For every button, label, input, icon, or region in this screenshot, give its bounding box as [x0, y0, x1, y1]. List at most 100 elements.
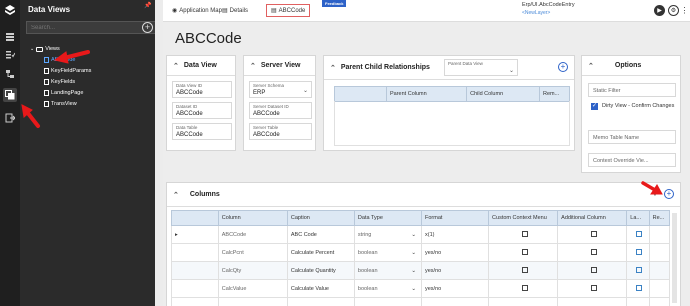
card-header[interactable]: ⌃ Options [582, 56, 680, 76]
search-input[interactable] [26, 21, 158, 34]
col-header[interactable]: Data Type [353, 210, 422, 226]
row-selector[interactable] [171, 243, 219, 262]
custom-context-menu-cell[interactable] [488, 279, 559, 298]
col-header[interactable]: Re... [648, 210, 671, 226]
tab-application-map[interactable]: ◉ Application Map [172, 7, 222, 15]
external-link-icon[interactable] [636, 267, 643, 274]
re-cell[interactable] [648, 225, 671, 244]
tree-item-landingpage[interactable]: LandingPage [44, 90, 83, 96]
col-header[interactable]: Parent Column [385, 86, 468, 102]
custom-context-menu-cell[interactable] [488, 243, 559, 262]
layer-name[interactable]: <NewLayer> [522, 10, 550, 16]
vertical-scrollbar[interactable] [672, 213, 677, 303]
type-cell[interactable] [353, 297, 422, 306]
caption-cell[interactable]: Calculate Value [286, 279, 355, 298]
checkbox[interactable] [590, 285, 597, 292]
type-cell[interactable]: string ⌄ [353, 225, 422, 244]
table-row[interactable]: ▸ ABCCode ABC Code string ⌄ x(1) [171, 225, 671, 244]
caption-cell[interactable]: ABC Code [286, 225, 355, 244]
card-header[interactable]: ⌃ Server View [244, 56, 315, 76]
dataset-id-field[interactable]: Dataset ID ABCCode [172, 102, 232, 119]
format-cell[interactable] [420, 297, 490, 306]
col-header[interactable]: Custom Context Menu [488, 210, 559, 226]
settings-icon[interactable]: ⚙ [668, 5, 679, 16]
col-header[interactable]: Child Column [466, 86, 540, 102]
caption-cell[interactable] [286, 297, 355, 306]
checkbox[interactable] [521, 231, 528, 238]
col-header[interactable]: Format [420, 210, 490, 226]
caption-cell[interactable]: Calculate Percent [286, 243, 355, 262]
format-cell[interactable]: x(1) [420, 225, 490, 244]
row-selector[interactable]: ▸ [171, 225, 219, 244]
parent-data-view-select[interactable]: Parent Data View ⌄ [444, 59, 518, 76]
table-row[interactable] [171, 297, 671, 306]
col-header[interactable]: Caption [286, 210, 355, 226]
col-header[interactable]: La... [626, 210, 650, 226]
format-cell[interactable]: yes/no [420, 243, 490, 262]
play-icon[interactable]: ▶ [654, 5, 665, 16]
link-cell[interactable] [626, 261, 650, 280]
add-relationship-icon[interactable]: + [558, 62, 568, 72]
re-cell[interactable] [648, 297, 671, 306]
column-cell[interactable]: CalcPcnt [217, 243, 288, 262]
custom-context-menu-cell[interactable] [488, 297, 559, 306]
link-cell[interactable] [626, 279, 650, 298]
checkbox[interactable] [590, 249, 597, 256]
chevron-up-icon[interactable]: ⌃ [173, 191, 179, 199]
table-row[interactable]: CalcValue Calculate Value boolean ⌄ yes/n… [171, 279, 671, 298]
caption-cell[interactable]: Calculate Quantity [286, 261, 355, 280]
checkbox[interactable] [590, 231, 597, 238]
tree-item-abccode[interactable]: ABCCode [44, 57, 75, 63]
logo-icon[interactable] [3, 3, 17, 17]
additional-column-cell[interactable] [557, 261, 628, 280]
row-selector[interactable] [171, 279, 219, 298]
tree-item-keyfieldparams[interactable]: KeyFieldParams [44, 68, 91, 74]
row-selector[interactable] [171, 261, 219, 280]
tree-item-keyfields[interactable]: KeyFields [44, 79, 75, 85]
link-cell[interactable] [626, 243, 650, 262]
custom-context-menu-cell[interactable] [488, 261, 559, 280]
tree-root[interactable]: ⌄ Views [30, 46, 60, 52]
data-view-id-field[interactable]: Data View ID ABCCode [172, 81, 232, 98]
additional-column-cell[interactable] [557, 225, 628, 244]
server-dataset-id-field[interactable]: Server Dataset ID ABCCode [249, 102, 312, 119]
static-filter-field[interactable]: Static Filter [588, 83, 676, 97]
external-link-icon[interactable] [636, 249, 643, 256]
add-column-icon[interactable]: + [664, 189, 674, 199]
col-header[interactable]: Rem... [539, 86, 570, 102]
export-icon[interactable] [3, 111, 17, 125]
card-header[interactable]: ⌃ Columns [167, 183, 680, 207]
collapse-chevron-icon[interactable]: ⌄ [30, 46, 34, 52]
external-link-icon[interactable] [636, 231, 643, 238]
format-cell[interactable]: yes/no [420, 261, 490, 280]
tab-abccode[interactable]: ▤ ABCCode [266, 4, 311, 17]
chevron-up-icon[interactable]: ⌃ [250, 62, 256, 70]
tree-icon[interactable] [3, 67, 17, 81]
splitter[interactable] [155, 0, 163, 306]
re-cell[interactable] [648, 261, 671, 280]
column-cell[interactable]: CalcValue [217, 279, 288, 298]
column-cell[interactable]: CalcQty [217, 261, 288, 280]
re-cell[interactable] [648, 243, 671, 262]
server-schema-select[interactable]: Server Schema ERP ⌄ [249, 81, 312, 98]
link-cell[interactable] [626, 225, 650, 244]
memo-table-field[interactable]: Memo Table Name [588, 130, 676, 144]
additional-column-cell[interactable] [557, 279, 628, 298]
context-override-field[interactable]: Context Override Vie... [588, 153, 676, 167]
col-header[interactable] [334, 86, 387, 102]
type-cell[interactable]: boolean ⌄ [353, 261, 422, 280]
row-selector[interactable] [171, 297, 219, 306]
dirty-view-checkbox[interactable]: ✓ [591, 103, 598, 110]
additional-column-cell[interactable] [557, 243, 628, 262]
filter-icon[interactable]: ▼ [651, 189, 659, 198]
table-row[interactable]: CalcQty Calculate Quantity boolean ⌄ yes/… [171, 261, 671, 280]
col-header[interactable]: Additional Column [557, 210, 628, 226]
pin-icon[interactable]: 📌 [144, 2, 151, 9]
column-cell[interactable] [217, 297, 288, 306]
checkbox[interactable] [590, 267, 597, 274]
type-cell[interactable]: boolean ⌄ [353, 279, 422, 298]
tab-details[interactable]: ▤ Details [222, 7, 248, 15]
tree-item-transview[interactable]: TransView [44, 101, 77, 107]
type-cell[interactable]: boolean ⌄ [353, 243, 422, 262]
card-header[interactable]: ⌃ Data View [167, 56, 235, 76]
